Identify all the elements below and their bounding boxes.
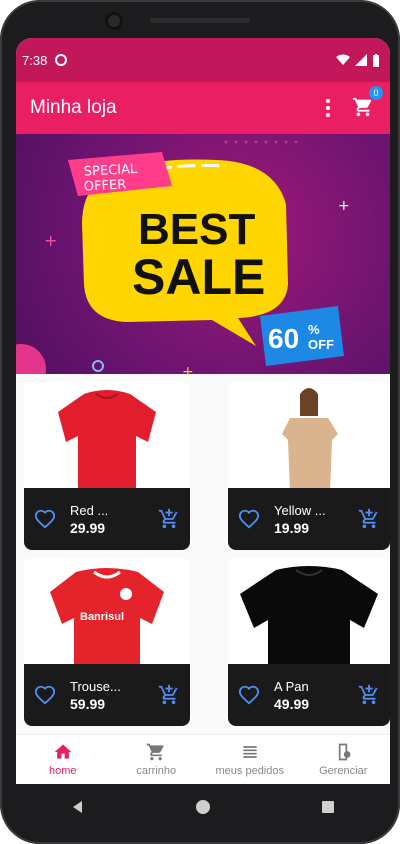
cart-icon [352, 97, 372, 117]
home-icon [54, 744, 72, 759]
product-card-bar: A Pan 49.99 [228, 664, 390, 726]
app-title: Minha loja [30, 97, 117, 118]
banner-off-text: OFF [308, 337, 334, 352]
screen: 7:38 Minha loja 0 + + + SPECIAL OFFER BE… [16, 38, 390, 784]
product-price: 19.99 [274, 519, 310, 536]
nav-cart[interactable]: carrinho [110, 735, 204, 784]
add-to-cart-icon[interactable] [158, 508, 180, 530]
banner-sale-text: SALE [132, 249, 265, 305]
add-to-cart-icon[interactable] [158, 684, 180, 706]
favorite-heart-icon[interactable] [34, 684, 56, 706]
beige-tshirt-woman-image [228, 382, 390, 492]
product-card-bar: Yellow ... 19.99 [228, 488, 390, 550]
nav-orders[interactable]: meus pedidos [203, 735, 297, 784]
black-tshirt-image [228, 558, 390, 668]
nav-manage[interactable]: Gerenciar [297, 735, 391, 784]
svg-text:+: + [182, 364, 194, 374]
favorite-heart-icon[interactable] [238, 684, 260, 706]
banner-special-text: SPECIAL [83, 162, 138, 180]
recents-icon[interactable] [320, 799, 336, 815]
svg-text:+: + [338, 198, 350, 214]
nav-home[interactable]: home [16, 735, 110, 784]
app-bar: Minha loja 0 [16, 82, 390, 134]
product-price: 49.99 [274, 695, 310, 712]
data-saver-icon [55, 54, 68, 66]
add-to-cart-icon[interactable] [358, 508, 380, 530]
product-card-bar: Trouse... 59.99 [24, 664, 190, 726]
product-card-bar: Red ... 29.99 [24, 488, 190, 550]
speaker [150, 18, 250, 23]
promo-banner[interactable]: + + + SPECIAL OFFER BEST SALE 60 % OFF [16, 134, 390, 374]
cart-count-badge: 0 [369, 86, 383, 100]
battery-icon [373, 53, 379, 67]
banner-percent-sign: % [308, 322, 320, 337]
product-price: 59.99 [70, 695, 106, 712]
product-card[interactable]: Red ... 29.99 [24, 382, 190, 550]
nav-manage-label: Gerenciar [319, 765, 368, 777]
banner-best-text: BEST [138, 205, 255, 254]
product-grid: Red ... 29.99 Yellow ... 19.99 Banrisul … [16, 374, 390, 734]
product-card[interactable]: A Pan 49.99 [228, 558, 390, 726]
system-navigation [16, 784, 390, 830]
product-card[interactable]: Yellow ... 19.99 [228, 382, 390, 550]
nav-home-label: home [48, 765, 77, 777]
product-name: Red ... [70, 502, 109, 518]
list-icon [243, 746, 257, 758]
signal-icon [355, 54, 367, 66]
add-to-cart-icon[interactable] [358, 684, 380, 706]
banner-offer-text: OFFER [83, 177, 126, 194]
bottom-navigation: home carrinho meus pedidos Gerenciar [16, 734, 390, 784]
favorite-heart-icon[interactable] [238, 508, 260, 530]
manage-icon [339, 743, 351, 761]
nav-cart-label: carrinho [136, 765, 177, 777]
wifi-icon [336, 54, 350, 65]
phone-frame: 7:38 Minha loja 0 + + + SPECIAL OFFER BE… [0, 0, 400, 844]
banner-percent-number: 60 [268, 323, 299, 354]
product-name: Yellow ... [274, 502, 326, 518]
product-name: A Pan [274, 678, 309, 694]
favorite-heart-icon[interactable] [34, 508, 56, 530]
product-price: 29.99 [70, 519, 106, 536]
cart-button[interactable]: 0 [352, 86, 383, 120]
status-time: 7:38 [22, 52, 48, 68]
red-tshirt-image [24, 382, 190, 492]
banner-art: + + + SPECIAL OFFER BEST SALE 60 % OFF [16, 140, 350, 374]
nav-orders-label: meus pedidos [215, 765, 285, 777]
camera [105, 12, 123, 30]
more-options-icon[interactable] [326, 99, 330, 117]
svg-text:+: + [44, 231, 57, 250]
home-circle-icon[interactable] [195, 799, 211, 815]
status-bar: 7:38 [16, 38, 390, 82]
product-name: Trouse... [70, 678, 121, 694]
cart-icon [147, 743, 164, 761]
red-jersey-image: Banrisul [24, 558, 190, 668]
status-icons [336, 53, 380, 67]
svg-text:Banrisul: Banrisul [80, 611, 124, 623]
product-card[interactable]: Banrisul Trouse... 59.99 [24, 558, 190, 726]
back-icon[interactable] [70, 799, 86, 815]
